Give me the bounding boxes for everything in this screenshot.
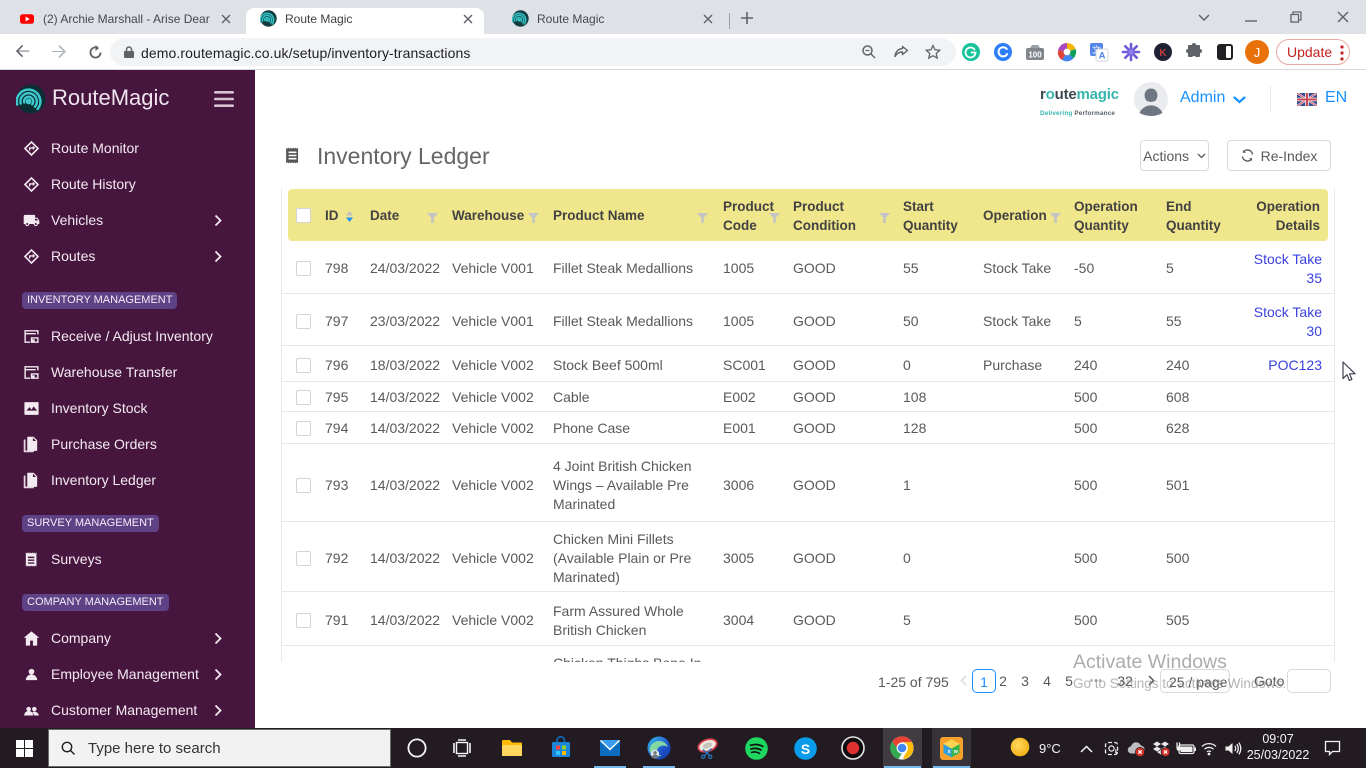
svg-text:S: S [801,741,810,757]
svg-text:K: K [1159,48,1167,59]
svg-text:A: A [1099,51,1106,62]
svg-text:w: w [953,749,959,755]
svg-text:J: J [1254,45,1261,60]
svg-text:100: 100 [1028,51,1042,60]
